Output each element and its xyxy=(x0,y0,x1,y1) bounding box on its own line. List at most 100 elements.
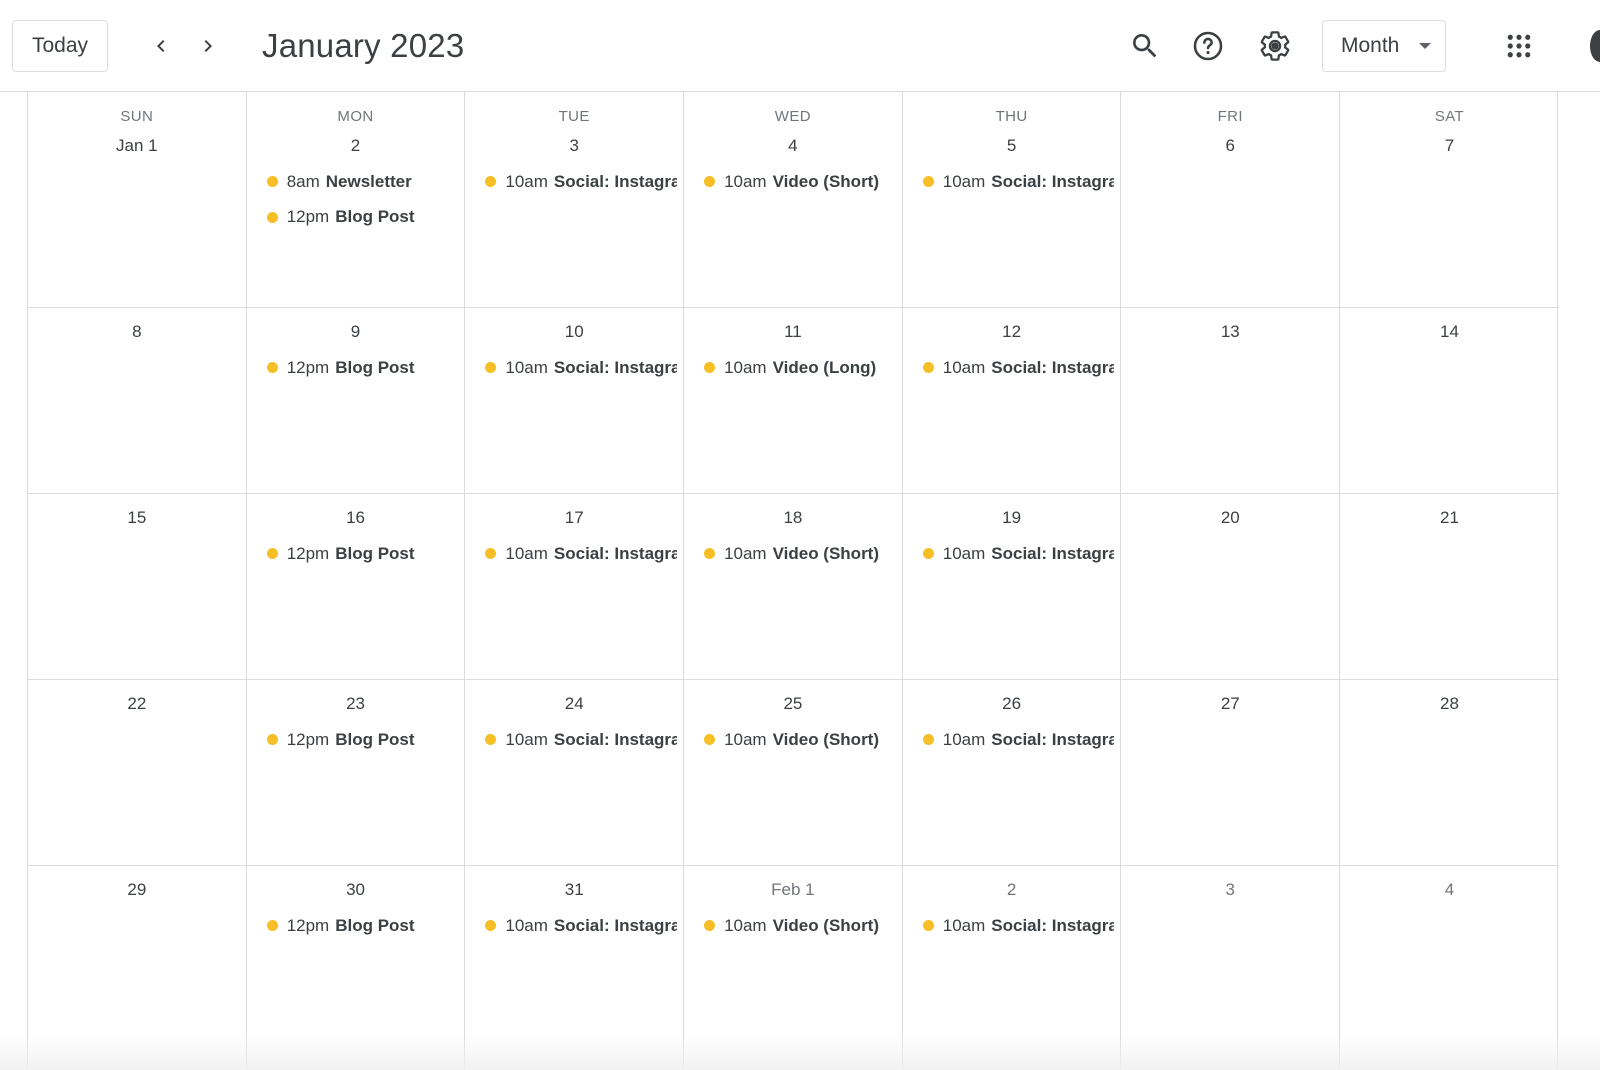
day-cell[interactable]: 21 xyxy=(1340,494,1559,679)
event-chip[interactable]: 10am Social: Instagra xyxy=(915,350,1114,386)
day-number[interactable]: 14 xyxy=(1340,322,1559,342)
event-chip[interactable]: 10am Social: Instagra xyxy=(477,536,677,572)
day-cell[interactable]: Feb 1 10am Video (Short) xyxy=(684,866,903,1070)
day-number[interactable]: Feb 1 xyxy=(684,880,902,900)
day-number[interactable]: 28 xyxy=(1340,694,1559,714)
day-cell[interactable]: 20 xyxy=(1121,494,1341,679)
day-number[interactable]: 23 xyxy=(247,694,465,714)
day-cell[interactable]: TUE 3 10am Social: Instagra xyxy=(465,92,685,307)
day-number[interactable]: 4 xyxy=(1340,880,1559,900)
event-chip[interactable]: 12pm Blog Post xyxy=(259,350,459,386)
day-number[interactable]: 20 xyxy=(1121,508,1339,528)
day-cell[interactable]: 11 10am Video (Long) xyxy=(684,308,903,493)
day-cell[interactable]: 12 10am Social: Instagra xyxy=(903,308,1122,493)
day-number[interactable]: 8 xyxy=(28,322,246,342)
day-cell[interactable]: 4 xyxy=(1340,866,1559,1070)
day-number[interactable]: 6 xyxy=(1121,136,1339,156)
day-number[interactable]: 7 xyxy=(1340,136,1559,156)
event-chip[interactable]: 10am Social: Instagra xyxy=(915,722,1114,758)
event-chip[interactable]: 10am Video (Short) xyxy=(696,536,896,572)
event-chip[interactable]: 10am Social: Instagra xyxy=(477,908,677,944)
account-avatar[interactable] xyxy=(1590,30,1600,62)
day-cell[interactable]: FRI 6 xyxy=(1121,92,1341,307)
event-chip[interactable]: 10am Social: Instagra xyxy=(915,164,1114,200)
day-cell[interactable]: 29 xyxy=(28,866,247,1070)
day-cell[interactable]: THU 5 10am Social: Instagra xyxy=(903,92,1122,307)
day-cell[interactable]: 18 10am Video (Short) xyxy=(684,494,903,679)
day-cell[interactable]: 16 12pm Blog Post xyxy=(247,494,466,679)
day-number[interactable]: 11 xyxy=(684,322,902,342)
day-number[interactable]: 3 xyxy=(1121,880,1339,900)
apps-button[interactable] xyxy=(1495,22,1543,70)
day-number[interactable]: 17 xyxy=(465,508,683,528)
event-chip[interactable]: 10am Social: Instagra xyxy=(477,350,677,386)
day-cell[interactable]: 24 10am Social: Instagra xyxy=(465,680,685,865)
event-chip[interactable]: 12pm Blog Post xyxy=(259,722,459,758)
day-number[interactable]: 5 xyxy=(903,136,1121,156)
day-cell[interactable]: 14 xyxy=(1340,308,1559,493)
day-cell[interactable]: MON 2 8am Newsletter 12pm Blog Post xyxy=(247,92,466,307)
day-number[interactable]: 26 xyxy=(903,694,1121,714)
day-cell[interactable]: 23 12pm Blog Post xyxy=(247,680,466,865)
day-number[interactable]: 22 xyxy=(28,694,246,714)
event-chip[interactable]: 8am Newsletter xyxy=(259,164,459,200)
day-cell[interactable]: 3 xyxy=(1121,866,1341,1070)
day-cell[interactable]: 25 10am Video (Short) xyxy=(684,680,903,865)
event-chip[interactable]: 10am Social: Instagra xyxy=(477,164,677,200)
next-month-button[interactable] xyxy=(186,24,230,68)
day-number[interactable]: 18 xyxy=(684,508,902,528)
day-cell[interactable]: 27 xyxy=(1121,680,1341,865)
view-switcher-dropdown[interactable]: Month xyxy=(1322,20,1446,72)
day-number[interactable]: 3 xyxy=(465,136,683,156)
day-cell[interactable]: 2 10am Social: Instagra xyxy=(903,866,1122,1070)
day-number[interactable]: 31 xyxy=(465,880,683,900)
day-number[interactable]: 2 xyxy=(247,136,465,156)
event-chip[interactable]: 10am Social: Instagra xyxy=(477,722,677,758)
settings-button[interactable] xyxy=(1251,22,1299,70)
day-cell[interactable]: 13 xyxy=(1121,308,1341,493)
day-number[interactable]: 30 xyxy=(247,880,465,900)
day-cell[interactable]: 15 xyxy=(28,494,247,679)
day-number[interactable]: 2 xyxy=(903,880,1121,900)
day-cell[interactable]: 31 10am Social: Instagra xyxy=(465,866,685,1070)
event-chip[interactable]: 12pm Blog Post xyxy=(259,908,459,944)
day-number[interactable]: 10 xyxy=(465,322,683,342)
day-number[interactable]: 29 xyxy=(28,880,246,900)
day-cell[interactable]: WED 4 10am Video (Short) xyxy=(684,92,903,307)
day-number[interactable]: 19 xyxy=(903,508,1121,528)
event-chip[interactable]: 10am Social: Instagra xyxy=(915,908,1114,944)
event-chip[interactable]: 12pm Blog Post xyxy=(259,536,459,572)
event-chip[interactable]: 10am Video (Short) xyxy=(696,164,896,200)
day-cell[interactable]: 28 xyxy=(1340,680,1559,865)
search-button[interactable] xyxy=(1121,22,1169,70)
day-number[interactable]: 21 xyxy=(1340,508,1559,528)
event-chip[interactable]: 10am Video (Short) xyxy=(696,722,896,758)
day-number[interactable]: 27 xyxy=(1121,694,1339,714)
day-number[interactable]: 24 xyxy=(465,694,683,714)
day-cell[interactable]: SUN Jan 1 xyxy=(28,92,247,307)
day-number[interactable]: 25 xyxy=(684,694,902,714)
day-number[interactable]: Jan 1 xyxy=(28,136,246,156)
day-cell[interactable]: 22 xyxy=(28,680,247,865)
day-cell[interactable]: 9 12pm Blog Post xyxy=(247,308,466,493)
help-button[interactable] xyxy=(1184,22,1232,70)
day-cell[interactable]: 19 10am Social: Instagra xyxy=(903,494,1122,679)
day-cell[interactable]: 10 10am Social: Instagra xyxy=(465,308,685,493)
day-number[interactable]: 13 xyxy=(1121,322,1339,342)
day-number[interactable]: 16 xyxy=(247,508,465,528)
day-number[interactable]: 12 xyxy=(903,322,1121,342)
day-cell[interactable]: 30 12pm Blog Post xyxy=(247,866,466,1070)
day-number[interactable]: 4 xyxy=(684,136,902,156)
today-button[interactable]: Today xyxy=(12,20,108,72)
event-chip[interactable]: 10am Social: Instagra xyxy=(915,536,1114,572)
day-cell[interactable]: 8 xyxy=(28,308,247,493)
event-chip[interactable]: 12pm Blog Post xyxy=(259,200,459,236)
event-chip[interactable]: 10am Video (Long) xyxy=(696,350,896,386)
day-number[interactable]: 15 xyxy=(28,508,246,528)
day-number[interactable]: 9 xyxy=(247,322,465,342)
day-cell[interactable]: 26 10am Social: Instagra xyxy=(903,680,1122,865)
day-cell[interactable]: 17 10am Social: Instagra xyxy=(465,494,685,679)
event-chip[interactable]: 10am Video (Short) xyxy=(696,908,896,944)
day-cell[interactable]: SAT 7 xyxy=(1340,92,1559,307)
previous-month-button[interactable] xyxy=(139,24,183,68)
